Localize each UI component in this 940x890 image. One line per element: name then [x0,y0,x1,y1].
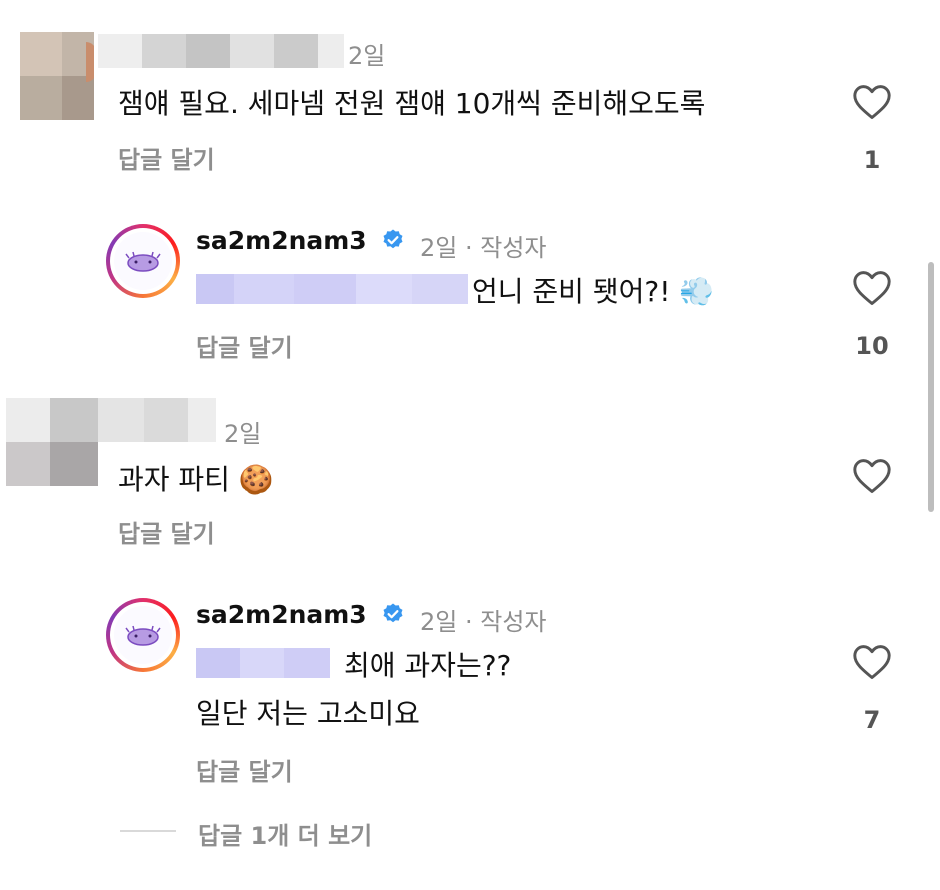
verified-badge-icon [383,229,403,249]
heart-icon[interactable] [852,644,892,680]
comment-text-line2: 일단 저는 고소미요 [196,697,420,730]
author-avatar[interactable] [106,598,180,672]
comment-time-author: 2일 · 작성자 [420,608,547,636]
blurred-username[interactable] [98,34,344,68]
blurred-avatar[interactable] [20,32,94,120]
comment-text: 잼얘 필요. 세마넴 전원 잼얘 10개씩 준비해오도록 [118,87,706,120]
author-avatar[interactable] [106,224,180,298]
comment-time: 2일 [224,420,262,448]
reply-button[interactable]: 답글 달기 [118,140,215,175]
reply-button[interactable]: 답글 달기 [196,752,293,787]
comment-text-line1: 최애 과자는?? [344,649,512,682]
like-count: 7 [863,706,881,734]
comment-time: 2일 [348,42,386,70]
comment-time-author: 2일 · 작성자 [420,234,547,262]
comment-text: 과자 파티 🍪 [118,463,274,496]
cookie-emoji: 🍪 [238,463,274,496]
dash-emoji: 💨 [679,275,715,308]
blurred-mention[interactable] [196,648,330,678]
comment-text: 언니 준비 됏어?! 💨 [472,275,715,308]
verified-badge-icon [383,603,403,623]
reply-button[interactable]: 답글 달기 [118,514,215,549]
replies-divider [120,830,176,832]
view-more-replies-button[interactable]: 답글 1개 더 보기 [198,816,372,851]
heart-icon[interactable] [852,270,892,306]
blurred-mention[interactable] [196,274,468,304]
heart-icon[interactable] [852,84,892,120]
heart-icon[interactable] [852,458,892,494]
like-count: 1 [863,146,881,174]
username[interactable]: sa2m2nam3 [196,600,405,629]
username[interactable]: sa2m2nam3 [196,226,405,255]
reply-button[interactable]: 답글 달기 [196,328,293,363]
avatar-icon [125,625,161,646]
avatar-icon [125,251,161,272]
scrollbar[interactable] [928,262,934,512]
like-count: 10 [855,332,889,360]
